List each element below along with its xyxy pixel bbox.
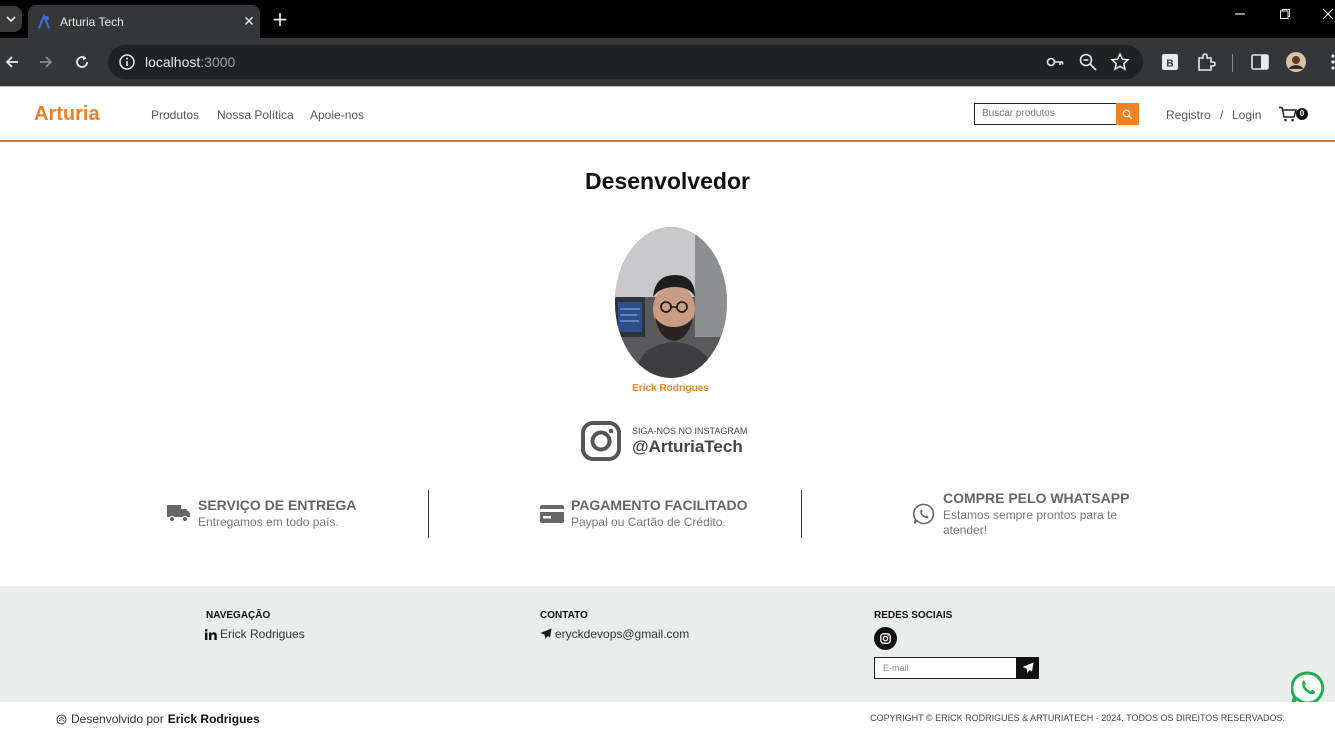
forward-arrow-icon[interactable] bbox=[34, 50, 58, 74]
footer-linkedin-link[interactable]: Erick Rodrigues bbox=[205, 627, 305, 641]
nav-produtos[interactable]: Produtos bbox=[151, 108, 199, 122]
back-arrow-icon[interactable] bbox=[0, 50, 24, 74]
key-icon[interactable] bbox=[1045, 52, 1065, 72]
search-icon bbox=[1122, 109, 1133, 119]
instagram-handle[interactable]: @ArturiaTech bbox=[632, 437, 743, 457]
footer-nav-heading: NAVEGAÇÃO bbox=[206, 610, 271, 621]
search-button[interactable] bbox=[1116, 103, 1139, 125]
developer-photo bbox=[615, 227, 727, 378]
register-link[interactable]: Registro bbox=[1166, 108, 1211, 122]
toolbar-divider bbox=[1232, 54, 1233, 72]
credit-prefix: Desenvolvido por bbox=[71, 712, 164, 726]
feature-delivery-title: SERVIÇO DE ENTREGA bbox=[198, 497, 357, 513]
footer-contact-heading: CONTATO bbox=[540, 610, 588, 621]
footer-nav-name: Erick Rodrigues bbox=[220, 627, 305, 641]
side-panel-icon[interactable] bbox=[1249, 51, 1271, 73]
reload-icon[interactable] bbox=[70, 50, 94, 74]
close-window-icon[interactable] bbox=[1318, 8, 1335, 24]
developer-credit: Desenvolvido por Erick Rodrigues bbox=[56, 712, 260, 726]
tab-close-icon[interactable]: ✕ bbox=[238, 14, 260, 30]
new-tab-button[interactable]: + bbox=[270, 8, 290, 30]
linkedin-icon bbox=[205, 628, 217, 640]
feature-divider bbox=[801, 490, 802, 538]
extension-b-icon[interactable]: B bbox=[1159, 51, 1181, 73]
feature-whatsapp-desc-line2: atender! bbox=[943, 523, 988, 537]
browser-tabstrip: Arturia Tech ✕ + bbox=[0, 0, 1335, 38]
feature-payment-title: PAGAMENTO FACILITADO bbox=[571, 497, 748, 513]
address-bar[interactable]: localhost:3000 bbox=[108, 45, 1143, 79]
cart-count-badge: 0 bbox=[1296, 108, 1308, 120]
paper-plane-icon bbox=[540, 628, 552, 639]
whatsapp-float-button[interactable] bbox=[1291, 671, 1325, 705]
feature-delivery-desc: Entregamos em todo país. bbox=[198, 515, 339, 529]
newsletter-send-button[interactable] bbox=[1016, 657, 1039, 679]
site-info-icon[interactable] bbox=[118, 53, 136, 71]
browser-toolbar: localhost:3000 B bbox=[0, 38, 1335, 86]
developer-name: Erick Rodrigues bbox=[632, 383, 709, 394]
credit-name: Erick Rodrigues bbox=[167, 712, 260, 726]
tab-search-button[interactable] bbox=[0, 6, 22, 32]
tab-title: Arturia Tech bbox=[60, 14, 124, 29]
site-header: Arturia Produtos Nossa Política Apoie-no… bbox=[0, 87, 1335, 142]
bottom-bar: Desenvolvido por Erick Rodrigues COPYRIG… bbox=[0, 702, 1335, 737]
site-logo[interactable]: Arturia bbox=[34, 103, 100, 126]
zoom-icon[interactable] bbox=[1078, 52, 1098, 72]
extensions-puzzle-icon[interactable] bbox=[1195, 51, 1217, 73]
credit-card-icon bbox=[540, 505, 564, 523]
chevron-down-icon bbox=[6, 16, 16, 23]
code-brain-icon bbox=[56, 714, 67, 724]
instagram-icon bbox=[880, 633, 891, 644]
footer-social-heading: REDES SOCIAIS bbox=[874, 610, 953, 621]
site-footer: NAVEGAÇÃO Erick Rodrigues CONTATO eryckd… bbox=[0, 586, 1335, 702]
nav-nossa-politica[interactable]: Nossa Política bbox=[217, 108, 294, 122]
footer-instagram-button[interactable] bbox=[874, 627, 897, 650]
feature-divider bbox=[428, 490, 429, 538]
instagram-icon[interactable] bbox=[580, 420, 622, 462]
truck-icon bbox=[167, 505, 190, 523]
feature-whatsapp-title: COMPRE PELO WHATSAPP bbox=[943, 490, 1130, 506]
footer-email-link[interactable]: eryckdevops@gmail.com bbox=[540, 627, 689, 641]
bookmark-star-icon[interactable] bbox=[1110, 52, 1130, 72]
page-title: Desenvolvedor bbox=[585, 168, 750, 194]
url-text: localhost:3000 bbox=[145, 54, 236, 70]
svg-text:B: B bbox=[1166, 59, 1173, 70]
chrome-menu-icon[interactable] bbox=[1322, 51, 1335, 73]
newsletter-email-input[interactable]: E-mail bbox=[874, 657, 1017, 679]
feature-whatsapp-desc-line1: Estamos sempre prontos para te bbox=[943, 508, 1118, 522]
site-favicon-icon bbox=[37, 13, 51, 28]
auth-separator: / bbox=[1220, 108, 1224, 122]
restore-icon[interactable] bbox=[1275, 8, 1295, 24]
nav-apoie-nos[interactable]: Apoie-nos bbox=[310, 108, 364, 122]
browser-tab-active[interactable]: Arturia Tech ✕ bbox=[28, 5, 260, 38]
instagram-caption: SIGA-NOS NO INSTAGRAM bbox=[632, 426, 748, 436]
paper-plane-icon bbox=[1022, 662, 1033, 673]
minimize-icon[interactable] bbox=[1230, 8, 1250, 24]
footer-email-text: eryckdevops@gmail.com bbox=[555, 627, 690, 641]
whatsapp-icon bbox=[913, 503, 935, 525]
login-link[interactable]: Login bbox=[1232, 108, 1261, 122]
cart-icon[interactable] bbox=[1278, 106, 1298, 122]
search-input[interactable]: Buscar produtos bbox=[974, 103, 1117, 125]
feature-payment-desc: Paypal ou Cartão de Crédito. bbox=[571, 515, 726, 529]
copyright-text: COPYRIGHT © ERICK RODRIGUES & ARTURIATEC… bbox=[870, 713, 1285, 723]
profile-avatar-icon[interactable] bbox=[1285, 51, 1307, 73]
